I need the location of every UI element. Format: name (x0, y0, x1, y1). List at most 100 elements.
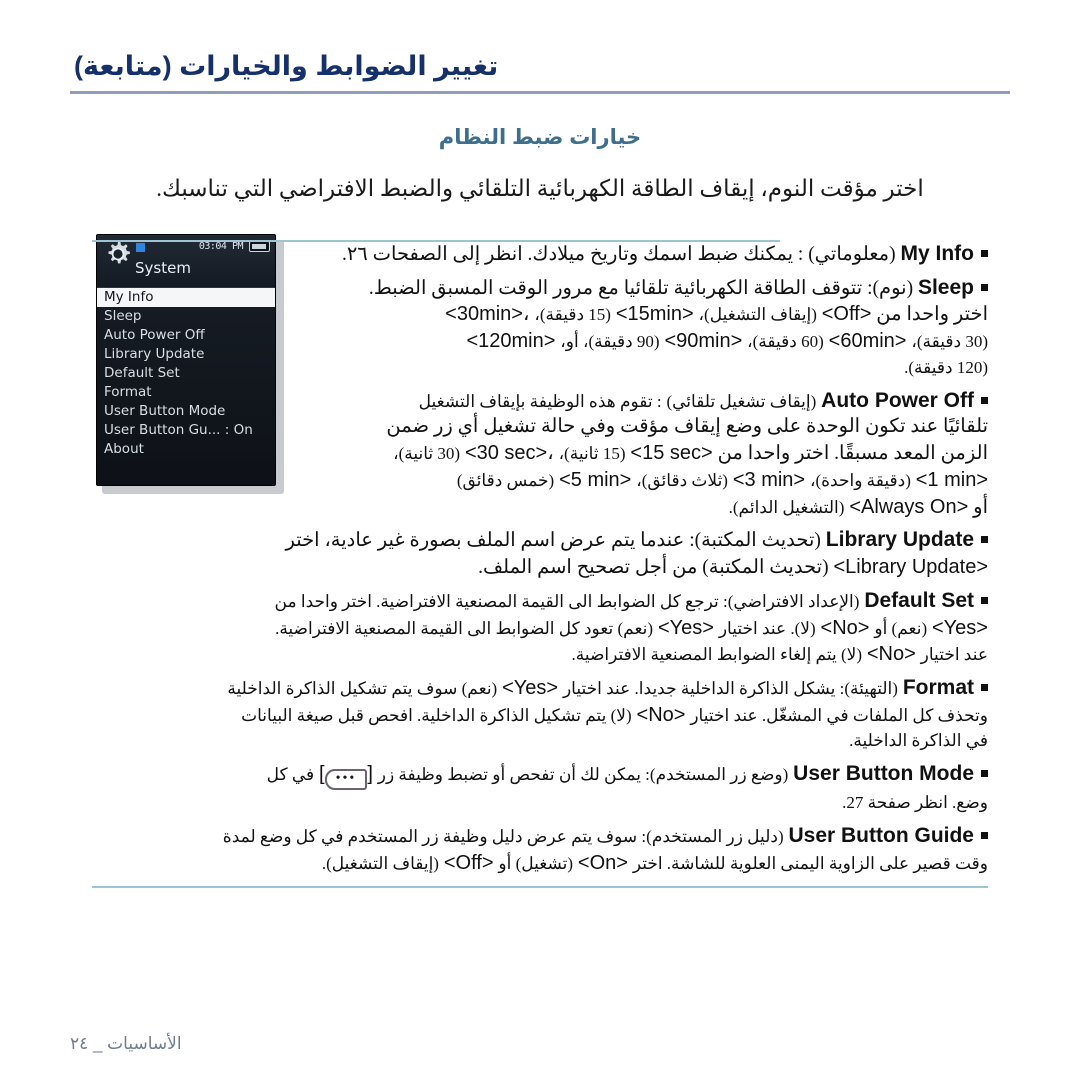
gloss-sleep: (نوم) (872, 277, 914, 299)
intro-paragraph: اختر مؤقت النوم، إيقاف الطاقة الكهربائية… (156, 176, 924, 201)
gloss-user-button-guide: (دليل زر المستخدم) (646, 826, 784, 846)
option-60min: <60min> (828, 330, 907, 353)
desc-fm-l1a: : يشكل الذاكرة الداخلية جديدا. عند اختيا… (562, 679, 845, 699)
desc-ds-l3b: (لا) يتم إلغاء الضوابط المصنعية الافتراض… (571, 645, 862, 665)
option-15sec-gloss: (15 ثانية)، (558, 444, 626, 464)
option-no-format: <No> (636, 703, 686, 726)
bullet-sleep: Sleep (نوم): تتوقف الطاقة الكهربائية تلق… (306, 274, 988, 381)
desc-apo-l3: الزمن المعد مسبقًا. اختر واحدا من (717, 443, 988, 465)
option-no-2: <No> (866, 643, 916, 666)
option-5min: <5 min> (559, 468, 632, 491)
header-divider (70, 90, 1010, 94)
desc-ubm-l1a: : يمكن لك أن تفحص أو تضبط وظيفة زر (377, 765, 650, 785)
option-on-gloss: (تشغيل) أو (498, 853, 574, 873)
gloss-format: (التهيئة) (844, 679, 898, 699)
bullet-my-info: My Info (معلوماتي) : يمكنك ضبط اسمك وتار… (306, 240, 988, 268)
option-off-guide-gloss: (إيقاف التشغيل). (321, 853, 439, 873)
option-yes-format: <Yes> (502, 677, 559, 700)
desc-fm-l2b: (لا) يتم تشكيل الذاكرة الداخلية. افحص قب… (241, 705, 632, 725)
bullet-marker (981, 596, 988, 604)
bullet-user-button-mode: User Button Mode (وضع زر المستخدم): يمكن… (92, 760, 988, 816)
bullet-marker (981, 250, 988, 257)
option-120min-gloss: (120 دقيقة). (904, 357, 988, 377)
desc-fm-l1b: (نعم) سوف يتم تشكيل الذاكرة الداخلية (227, 679, 498, 699)
desc-ds-l2: (نعم) تعود كل الضوابط الى القيمة المصنعي… (275, 618, 654, 638)
bullet-format: Format (التهيئة): يشكل الذاكرة الداخلية … (92, 674, 988, 754)
manual-page: تغيير الضوابط والخيارات (متابعة) خيارات … (0, 0, 1080, 1080)
option-30sec-gloss: (30 ثانية)، (393, 444, 461, 464)
option-library-update: <Library Update> (833, 556, 988, 579)
option-3min: <3 min> (732, 468, 806, 491)
option-1min-gloss: (دقيقة واحدة)، (809, 470, 911, 490)
option-yes-2: <Yes> (657, 616, 714, 639)
option-off-gloss: (إيقاف التشغيل)، (698, 305, 817, 325)
bullet-marker (981, 536, 988, 544)
term-auto-power-off: Auto Power Off (821, 388, 974, 412)
term-user-button-guide: User Button Guide (788, 823, 974, 847)
desc-my-info: : يمكنك ضبط اسمك وتاريخ ميلادك. انظر إلى… (341, 244, 804, 265)
section-divider-bottom (92, 886, 988, 888)
option-always-on-gloss: (التشغيل الدائم). (728, 497, 845, 517)
desc-ubm-l1b: في كل (266, 765, 315, 785)
desc-lu-l2: (تحديث المكتبة) من أجل تصحيح اسم الملف. (478, 557, 829, 579)
bullet-marker (981, 396, 988, 404)
option-90min: <90min> (664, 330, 743, 353)
desc-ubm-l2: وضع. انظر صفحة 27. (842, 793, 988, 813)
option-15min-gloss: (15 دقيقة)، (534, 305, 611, 325)
gloss-default-set: (الإعداد الافتراضي) (727, 591, 860, 611)
option-15min: <15min> (615, 303, 694, 326)
desc-ds-l1: : ترجع كل الضوابط الى القيمة المصنعية ال… (274, 591, 728, 611)
gloss-library-update: (تحديث المكتبة) (694, 530, 821, 552)
option-no-gloss: (لا). عند اختيار (718, 618, 816, 638)
bracket-close: ] (367, 763, 373, 786)
page-header: تغيير الضوابط والخيارات (متابعة) (70, 51, 1010, 94)
option-30sec: <30 sec>، (464, 442, 554, 465)
desc-lu-l1: : عندما يتم عرض اسم الملف بصورة غير عادي… (285, 530, 695, 552)
bullet-library-update: Library Update (تحديث المكتبة): عندما يت… (92, 526, 988, 580)
bullet-marker (981, 283, 988, 291)
term-user-button-mode: User Button Mode (793, 762, 974, 786)
apo-or: أو (973, 496, 988, 518)
gloss-auto-power-off: (إيقاف تشغيل تلقائي) (666, 391, 817, 411)
term-sleep: Sleep (917, 275, 974, 299)
option-1min: <1 min> (915, 468, 988, 491)
option-60min-gloss: (60 دقيقة)، (747, 332, 824, 352)
desc-sleep-l1: : تتوقف الطاقة الكهربائية تلقائيا مع مرو… (368, 277, 873, 299)
page-title: تغيير الضوابط والخيارات (متابعة) (74, 51, 499, 81)
desc-ubg-l1: : سوف يتم عرض دليل وظيفة زر المستخدم في … (222, 826, 647, 846)
gloss-user-button-mode: (وضع زر المستخدم) (649, 765, 789, 785)
option-120min: <120min> (466, 330, 556, 353)
option-yes-gloss: (نعم) أو (874, 618, 928, 638)
bullet-default-set: Default Set (الإعداد الافتراضي): ترجع كل… (92, 587, 988, 668)
option-off-guide: <Off> (443, 851, 494, 874)
desc-ubg-l2a: وقت قصير على الزاوية اليمنى العلوية للشا… (632, 853, 988, 873)
bullet-marker (981, 684, 988, 692)
desc-fm-l3: في الذاكرة الداخلية. (849, 731, 988, 751)
gloss-my-info: (معلوماتي) (808, 244, 896, 265)
option-15sec: <15 sec> (630, 442, 713, 465)
page-footer: الأساسيات _ ٢٤ (70, 1034, 182, 1053)
term-default-set: Default Set (864, 588, 974, 612)
desc-fm-l2a: وتحذف كل الملفات في المشغّل. عند اختيار (690, 705, 988, 725)
option-90min-gloss: (90 دقيقة)، أو، (560, 332, 660, 352)
option-yes: <Yes> (932, 616, 988, 639)
option-5min-gloss: (خمس دقائق) (456, 470, 555, 490)
section-subtitle: خيارات ضبط النظام (438, 126, 642, 149)
bracket-open: [ (319, 763, 325, 786)
term-library-update: Library Update (825, 528, 974, 552)
bullet-auto-power-off: Auto Power Off (إيقاف تشغيل تلقائي) : تق… (306, 387, 988, 521)
option-no: <No> (820, 616, 870, 639)
settings-options-list: My Info (معلوماتي) : يمكنك ضبط اسمك وتار… (92, 240, 988, 882)
option-always-on: <Always On> (849, 495, 969, 518)
option-3min-gloss: (ثلاث دقائق)، (636, 470, 728, 490)
desc-ds-l3a: عند اختيار (920, 645, 988, 665)
term-format: Format (902, 676, 974, 700)
option-30min-gloss: (30 دقيقة)، (911, 332, 988, 352)
option-30min: <30min>، (445, 303, 530, 326)
term-my-info: My Info (900, 242, 975, 265)
bullet-user-button-guide: User Button Guide (دليل زر المستخدم): سو… (92, 822, 988, 876)
option-on: <On> (577, 851, 628, 874)
sleep-choose: اختر واحدا من (876, 304, 988, 326)
bullet-marker (981, 770, 988, 778)
bullet-marker (981, 831, 988, 839)
